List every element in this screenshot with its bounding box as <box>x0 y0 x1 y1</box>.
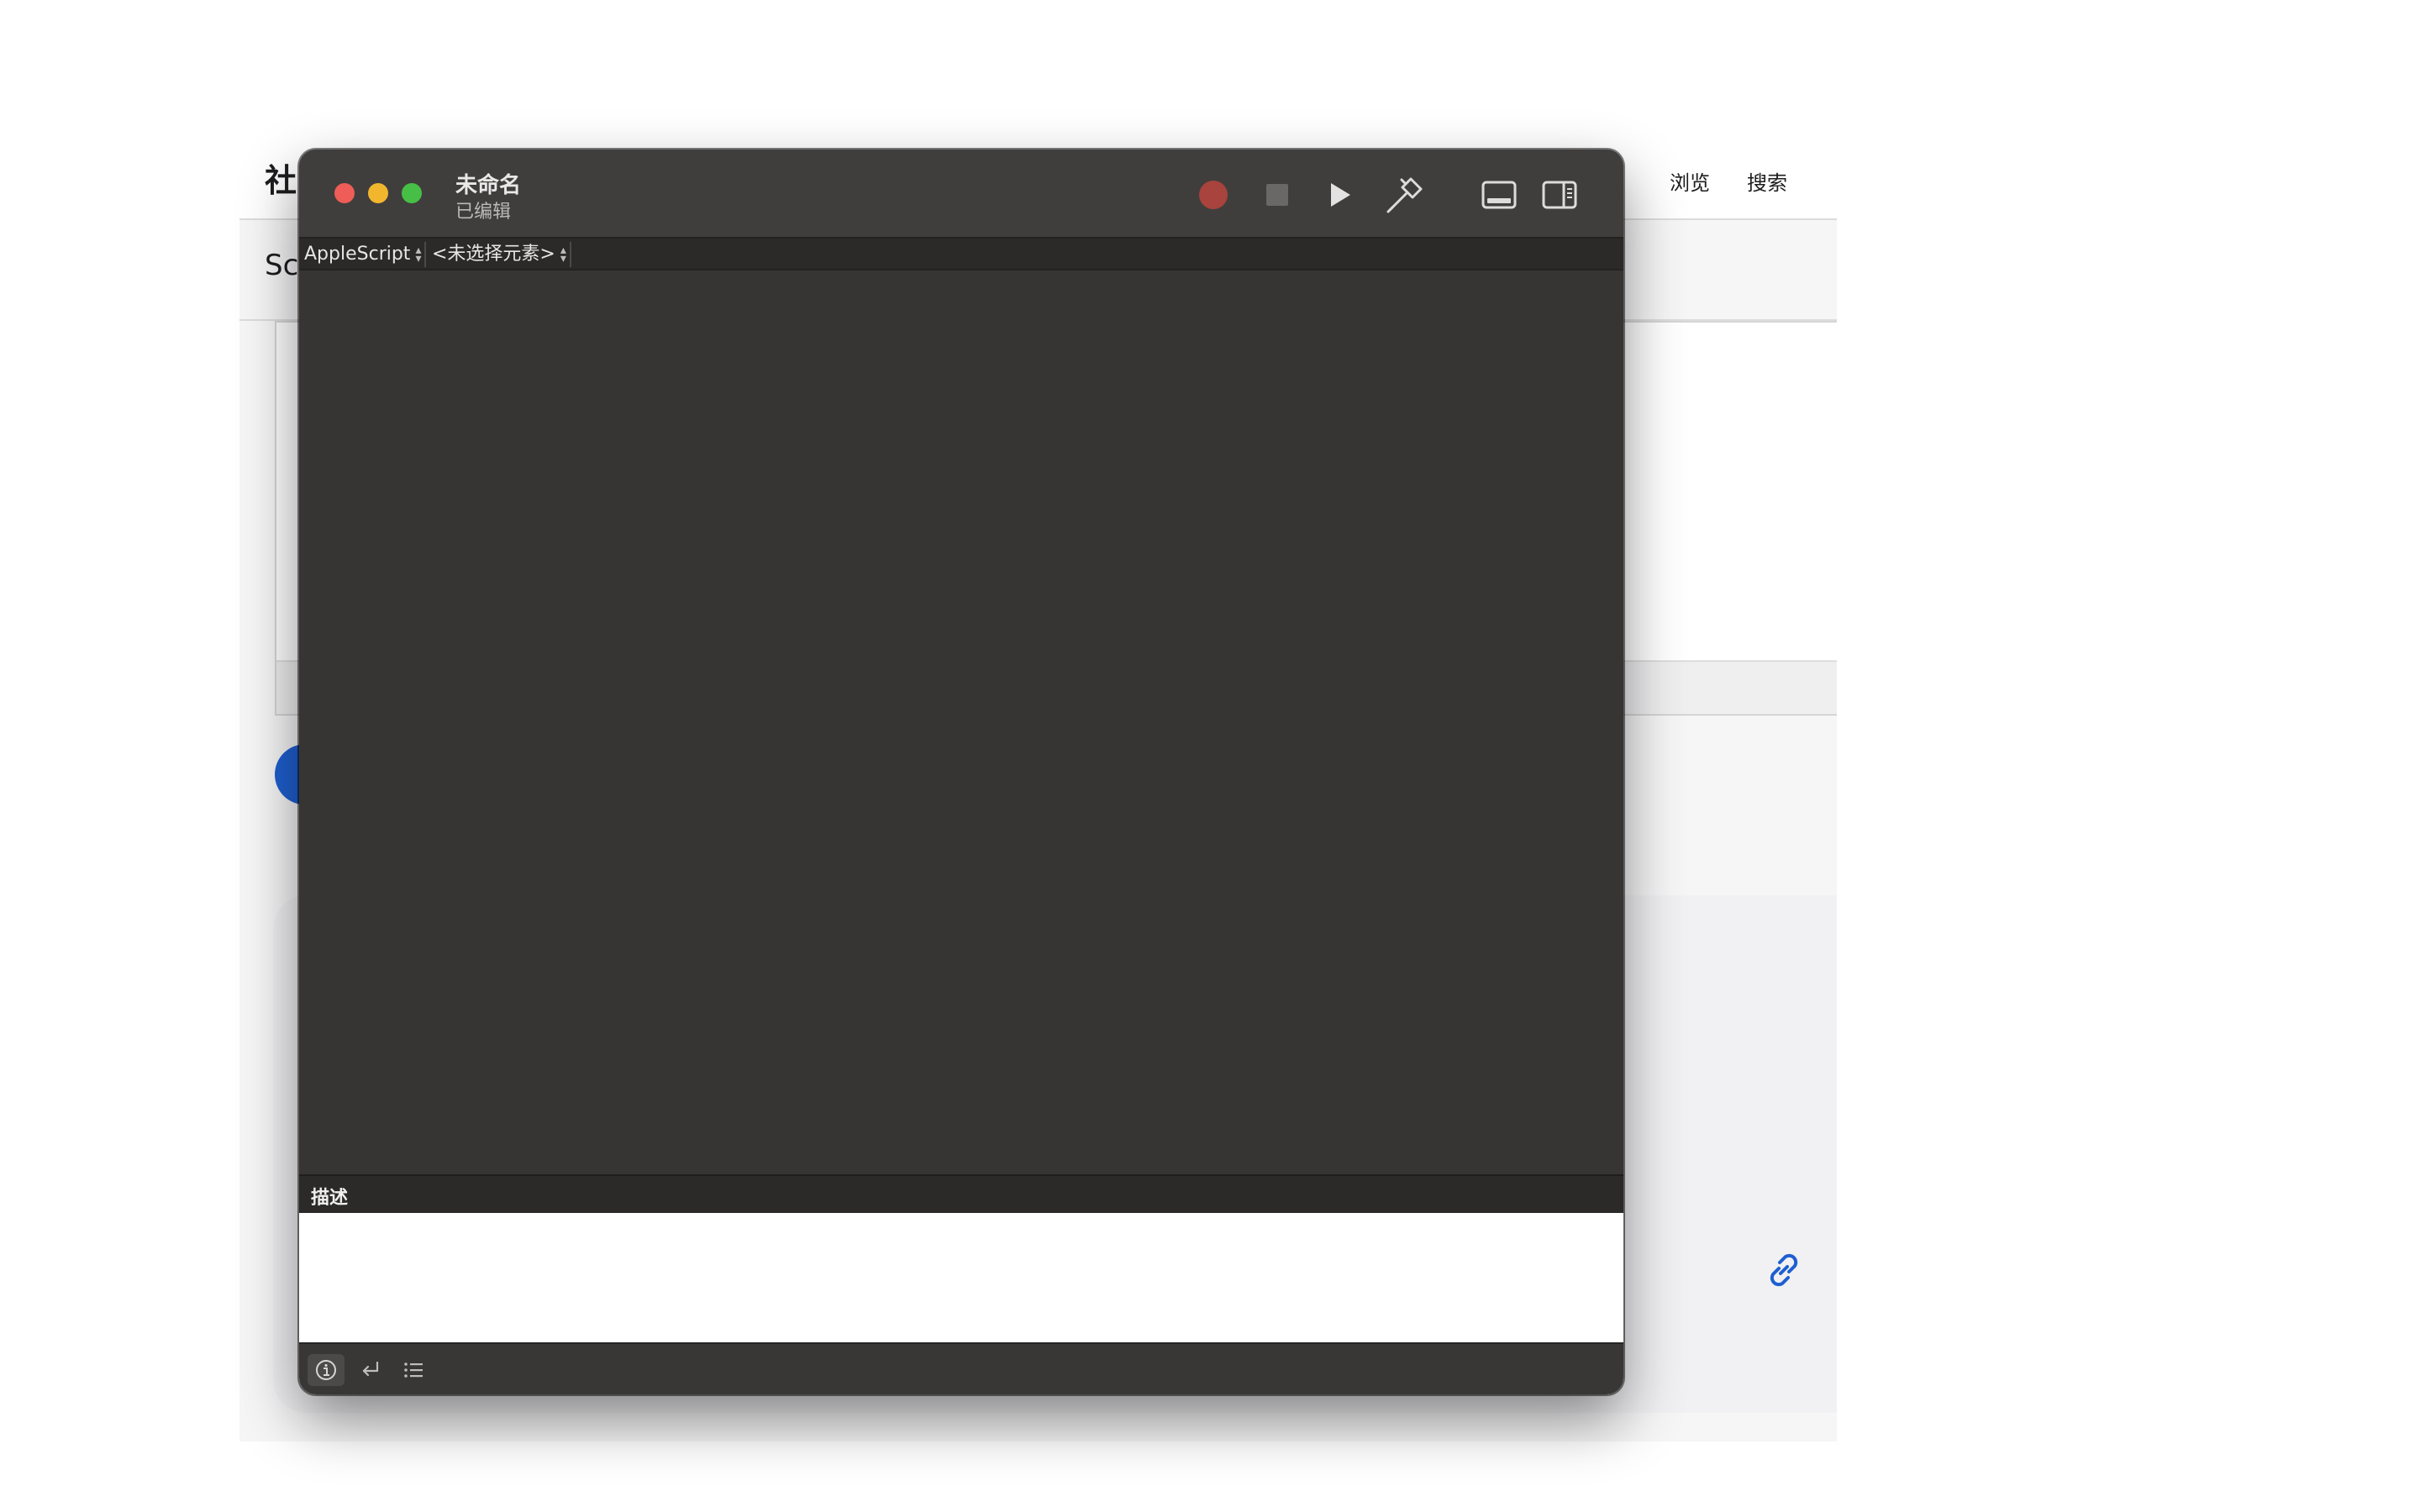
zoom-button[interactable] <box>402 183 422 203</box>
element-popup[interactable]: <未选择元素> ▴ ▾ <box>429 242 571 267</box>
document-status: 已编辑 <box>455 202 512 223</box>
stop-icon <box>1266 184 1288 206</box>
document-title[interactable]: 未命名 <box>455 168 521 199</box>
show-sidebar-button[interactable] <box>1538 173 1581 217</box>
events-view-button[interactable] <box>395 1354 432 1386</box>
chevron-updown-icon: ▴ ▾ <box>560 244 566 265</box>
chevron-updown-icon: ▴ ▾ <box>415 244 422 265</box>
nav-item-search[interactable]: 搜索 <box>1747 166 1787 196</box>
description-header[interactable]: 描述 <box>299 1174 1623 1213</box>
hammer-icon <box>1386 177 1423 213</box>
bottom-panel-icon <box>1481 181 1517 209</box>
record-button[interactable] <box>1192 173 1235 217</box>
script-editor-window: 未命名 已编辑 AppleScript ▴ ▾ <未选择元素> ▴ ▾ 描述 <box>299 150 1623 1394</box>
play-icon <box>1331 183 1350 207</box>
sidebar-icon <box>1542 181 1577 209</box>
description-view-button[interactable] <box>308 1354 345 1386</box>
language-popup-label: AppleScript <box>304 244 411 265</box>
title-bar[interactable]: 未命名 已编辑 <box>299 150 1623 239</box>
navigation-bar: AppleScript ▴ ▾ <未选择元素> ▴ ▾ <box>299 239 1623 270</box>
element-popup-label: <未选择元素> <box>432 244 555 265</box>
run-button[interactable] <box>1318 173 1361 217</box>
bottom-toolbar <box>299 1342 1623 1394</box>
script-code-editor[interactable] <box>299 270 1623 1174</box>
stop-button[interactable] <box>1255 173 1299 217</box>
compile-button[interactable] <box>1383 173 1427 217</box>
show-log-button[interactable] <box>1477 173 1521 217</box>
list-icon <box>404 1362 423 1378</box>
nav-item-browse[interactable]: 浏览 <box>1670 166 1710 196</box>
replies-view-button[interactable] <box>351 1354 388 1386</box>
minimize-button[interactable] <box>368 183 388 203</box>
close-button[interactable] <box>334 183 355 203</box>
info-icon <box>316 1360 336 1380</box>
link-icon[interactable] <box>1760 1247 1807 1294</box>
site-title[interactable]: 社 <box>265 155 297 201</box>
description-tab[interactable]: 描述 <box>311 1183 348 1210</box>
record-icon <box>1199 181 1228 209</box>
page-subtitle: Sc <box>265 249 299 282</box>
language-popup[interactable]: AppleScript ▴ ▾ <box>301 242 427 267</box>
return-icon <box>362 1361 379 1377</box>
